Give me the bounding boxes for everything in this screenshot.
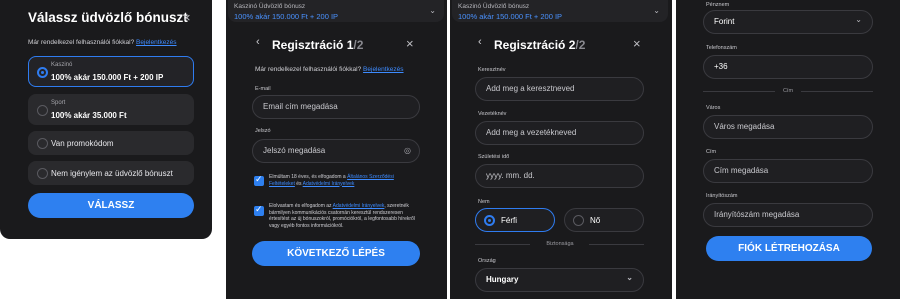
marketing-checkbox[interactable] <box>254 204 264 216</box>
bonus-dropdown-label: Kaszinó Üdvözlő bónusz <box>234 3 306 10</box>
zip-field[interactable]: Irányítószám megadása <box>703 203 873 227</box>
marketing-text: Elolvastam és elfogadom az Adatvédelmi I… <box>269 203 415 229</box>
lastname-label: Vezetéknév <box>478 111 507 117</box>
registration-step2-panel: Kaszinó Üdvözlő bónusz 100% akár 150.000… <box>450 0 672 299</box>
back-icon[interactable]: ‹ <box>256 36 260 48</box>
close-icon[interactable]: × <box>406 36 414 51</box>
registration-step2-continued-panel: Pénznem Forint ⌄ Telefonszám +36 Cím Vár… <box>676 0 900 299</box>
birth-label: Születési idő <box>478 154 510 160</box>
birth-date-field[interactable]: yyyy. mm. dd. <box>475 164 644 188</box>
bonus-option-label: Kaszinó <box>51 62 73 68</box>
divider <box>475 244 530 245</box>
page-title: Regisztráció 2/2 <box>494 38 586 52</box>
email-label: E-mail <box>255 86 271 92</box>
login-link[interactable]: Bejelentkezés <box>363 66 403 73</box>
bonus-dropdown-label: Kaszinó Üdvözlő bónusz <box>458 3 530 10</box>
divider <box>703 91 775 92</box>
country-label: Ország <box>478 258 496 264</box>
bonus-option-text: Nem igénylem az üdvözlő bónuszt <box>51 169 173 178</box>
lastname-field[interactable]: Add meg a vezetékneved <box>475 121 644 145</box>
password-label: Jelszó <box>255 128 271 134</box>
bonus-option-none[interactable]: Nem igénylem az üdvözlő bónuszt <box>28 161 194 185</box>
close-icon[interactable]: × <box>633 36 641 51</box>
next-step-button[interactable]: KÖVETKEZŐ LÉPÉS <box>252 241 420 266</box>
choose-button[interactable]: VÁLASSZ <box>28 193 194 218</box>
radio-icon <box>37 138 48 149</box>
page-title: Regisztráció 1/2 <box>272 38 364 52</box>
gender-male-option[interactable]: Férfi <box>475 208 555 232</box>
divider <box>589 244 644 245</box>
security-separator: Biztonsága <box>546 241 574 247</box>
have-account-text: Már rendelkezel felhasználói fiókkal? Be… <box>255 66 404 73</box>
email-field[interactable]: Email cím megadása <box>252 95 420 119</box>
bonus-option-promo[interactable]: Van promokódom <box>28 131 194 155</box>
gender-label: Nem <box>478 199 490 205</box>
have-account-text: Már rendelkezel felhasználói fiókkal? Be… <box>28 39 177 46</box>
chevron-down-icon: ⌄ <box>429 6 436 15</box>
address-label: Cím <box>706 149 717 155</box>
divider <box>801 91 873 92</box>
bonus-option-value: 100% akár 150.000 Ft + 200 IP <box>51 73 164 82</box>
radio-icon <box>37 67 48 78</box>
bonus-dropdown-value: 100% akár 150.000 Ft + 200 IP <box>234 12 339 21</box>
chevron-down-icon: ⌄ <box>855 15 862 24</box>
phone-label: Telefonszám <box>706 45 737 51</box>
firstname-label: Keresztnév <box>478 67 506 73</box>
bonus-select-panel: Válassz üdvözlő bónuszt × Már rendelkeze… <box>0 0 212 239</box>
create-account-button[interactable]: FIÓK LÉTREHOZÁSA <box>706 236 872 261</box>
radio-icon <box>573 215 584 226</box>
close-icon[interactable]: × <box>183 10 191 25</box>
privacy-link[interactable]: Adatvédelmi Irányelvek <box>333 203 385 209</box>
back-icon[interactable]: ‹ <box>478 36 482 48</box>
radio-icon <box>37 168 48 179</box>
registration-step1-panel: Kaszinó Üdvözlő bónusz 100% akár 150.000… <box>226 0 447 299</box>
chevron-down-icon: ⌄ <box>626 273 633 282</box>
bonus-option-label: Sport <box>51 100 66 106</box>
phone-field[interactable]: +36 <box>703 55 873 79</box>
currency-select[interactable]: Forint ⌄ <box>703 10 873 34</box>
eye-icon[interactable]: ◎ <box>404 140 411 162</box>
terms-text: Elmúltam 18 éves, és elfogadom a Általán… <box>269 174 394 187</box>
radio-icon <box>484 215 495 226</box>
bonus-dropdown[interactable]: Kaszinó Üdvözlő bónusz 100% akár 150.000… <box>228 0 444 22</box>
bonus-option-casino[interactable]: Kaszinó 100% akár 150.000 Ft + 200 IP <box>28 56 194 87</box>
bonus-option-text: Van promokódom <box>51 139 114 148</box>
gender-male-label: Férfi <box>501 216 517 225</box>
terms-checkbox[interactable] <box>254 174 264 186</box>
privacy-link[interactable]: Adatvédelmi Irányelvek <box>303 181 355 187</box>
gender-female-label: Nő <box>590 216 601 225</box>
page-title: Válassz üdvözlő bónuszt <box>28 10 188 25</box>
city-field[interactable]: Város megadása <box>703 115 873 139</box>
address-field[interactable]: Cím megadása <box>703 159 873 183</box>
login-link[interactable]: Bejelentkezés <box>136 39 176 46</box>
gender-female-option[interactable]: Nő <box>564 208 644 232</box>
bonus-dropdown[interactable]: Kaszinó Üdvözlő bónusz 100% akár 150.000… <box>452 0 668 22</box>
currency-label: Pénznem <box>706 2 730 8</box>
country-select[interactable]: Hungary ⌄ <box>475 268 644 292</box>
bonus-dropdown-value: 100% akár 150.000 Ft + 200 IP <box>458 12 563 21</box>
radio-icon <box>37 105 48 116</box>
firstname-field[interactable]: Add meg a keresztneved <box>475 77 644 101</box>
bonus-option-sport[interactable]: Sport 100% akár 35.000 Ft <box>28 94 194 125</box>
password-field[interactable]: Jelszó megadása ◎ <box>252 139 420 163</box>
bonus-option-value: 100% akár 35.000 Ft <box>51 111 127 120</box>
city-label: Város <box>706 105 721 111</box>
address-separator: Cím <box>782 88 794 94</box>
zip-label: Irányítószám <box>706 193 738 199</box>
chevron-down-icon: ⌄ <box>653 6 660 15</box>
